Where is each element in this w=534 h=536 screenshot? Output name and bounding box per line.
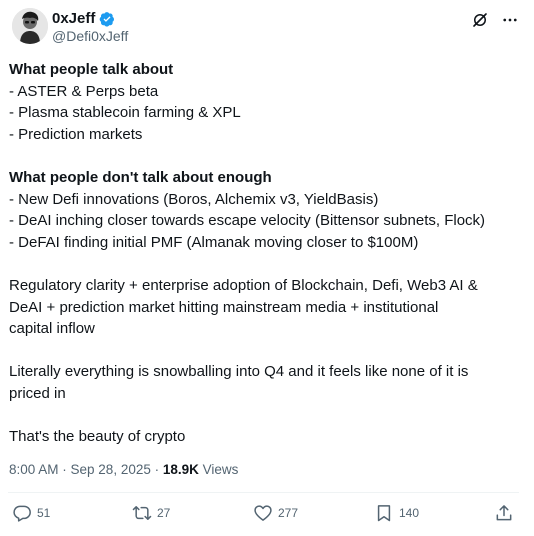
bookmark-count: 140	[399, 506, 420, 520]
tweet-meta: 8:00 AM · Sep 28, 2025 · 18.9K Views	[9, 460, 238, 480]
more-icon[interactable]	[500, 10, 520, 30]
paragraph-line: Regulatory clarity + enterprise adoption…	[9, 276, 478, 294]
reply-count: 51	[37, 506, 51, 520]
tweet-time[interactable]: 8:00 AM	[9, 462, 59, 477]
author-display-name[interactable]: 0xJeff	[52, 10, 95, 28]
paragraph-line: priced in	[9, 384, 66, 402]
list-item: - DeFAI finding initial PMF (Almanak mov…	[9, 233, 419, 251]
action-bar: 51 27 277 140	[0, 503, 534, 529]
repost-button[interactable]: 27	[132, 503, 170, 523]
section-title: What people talk about	[9, 61, 174, 78]
views-label: Views	[202, 462, 239, 477]
reply-icon	[13, 505, 31, 522]
author-name-row: 0xJeff	[52, 10, 115, 28]
author-handle[interactable]: @Defi0xJeff	[52, 28, 128, 44]
list-item: - ASTER & Perps beta	[9, 82, 159, 100]
section-title: What people don't talk about enough	[9, 168, 272, 186]
bookmark-button[interactable]: 140	[374, 503, 419, 523]
list-item: - Prediction markets	[9, 125, 143, 143]
tweet-header: 0xJeff @Defi0xJeff	[8, 6, 526, 46]
paragraph-line: DeAI + prediction market hitting mainstr…	[9, 298, 439, 316]
like-count: 277	[278, 506, 299, 520]
list-item: - Plasma stablecoin farming & XPL	[9, 104, 241, 122]
paragraph-line: Literally everything is snowballing into…	[9, 363, 469, 381]
tweet-date[interactable]: Sep 28, 2025	[71, 462, 151, 477]
reply-button[interactable]: 51	[12, 503, 50, 523]
meta-separator: ·	[150, 462, 163, 477]
list-item: - DeAI inching closer towards escape vel…	[9, 212, 486, 230]
meta-separator: ·	[58, 462, 71, 477]
bookmark-icon	[377, 505, 391, 522]
repost-icon	[132, 506, 152, 520]
tweet-card: 0xJeff @Defi0xJeff What people talk abou…	[0, 0, 534, 536]
avatar-image	[12, 8, 48, 44]
divider	[8, 492, 519, 493]
header-actions	[470, 10, 520, 30]
like-button[interactable]: 277	[253, 503, 298, 523]
verified-badge-icon	[99, 11, 115, 27]
tweet-text: What people talk about - ASTER & Perps b…	[9, 59, 524, 448]
grok-icon[interactable]	[470, 10, 490, 30]
paragraph-line: That's the beauty of crypto	[9, 428, 186, 446]
avatar[interactable]	[12, 8, 48, 44]
repost-count: 27	[157, 506, 171, 520]
heart-icon	[254, 505, 272, 521]
share-button[interactable]	[494, 503, 514, 523]
list-item: - New Defi innovations (Boros, Alchemix …	[9, 190, 379, 208]
views-count: 18.9K	[162, 462, 199, 477]
paragraph-line: capital inflow	[9, 320, 95, 338]
share-icon	[496, 505, 512, 521]
